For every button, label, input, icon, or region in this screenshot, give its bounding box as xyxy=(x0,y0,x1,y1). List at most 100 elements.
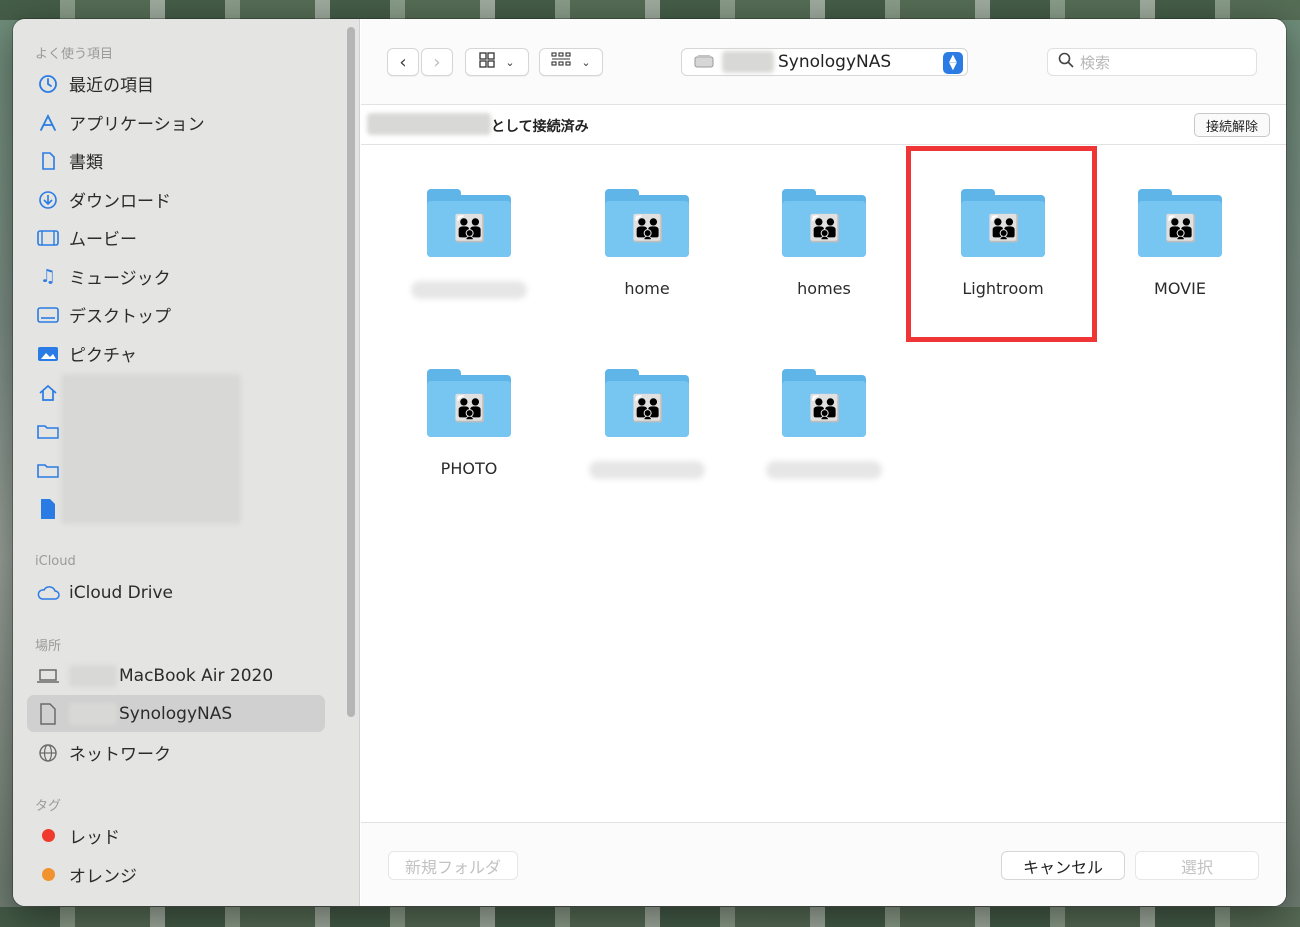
grid-view-icon xyxy=(479,52,496,72)
location-label: SynologyNAS xyxy=(778,52,892,72)
folder-item[interactable]: 👪 home xyxy=(577,189,717,339)
section-title-icloud: iCloud xyxy=(35,554,76,569)
clock-icon xyxy=(36,72,60,96)
music-icon: ♫ xyxy=(39,266,57,287)
redacted-area xyxy=(61,374,241,524)
stepper-icon: ▲ ▼ xyxy=(943,52,963,74)
folder-item[interactable]: 👪 xyxy=(754,369,894,519)
redacted-folder-name xyxy=(766,461,882,479)
sidebar-item-label: ムービー xyxy=(69,230,137,250)
sidebar-item-icloud-drive[interactable]: iCloud Drive xyxy=(27,574,325,611)
shared-folder-icon: 👪 xyxy=(427,369,511,437)
shared-folder-icon: 👪 xyxy=(961,189,1045,257)
folder-item[interactable]: 👪 PHOTO xyxy=(399,369,539,519)
folder-item[interactable]: 👪 homes xyxy=(754,189,894,339)
sidebar-item-movies[interactable]: ムービー xyxy=(27,219,325,256)
sidebar-item-synologynas[interactable]: SynologyNAS xyxy=(27,695,325,732)
shared-folder-icon: 👪 xyxy=(427,189,511,257)
shared-folder-icon: 👪 xyxy=(605,189,689,257)
desktop-background-bottom xyxy=(0,907,1300,927)
sidebar-item-label: MacBook Air 2020 xyxy=(119,665,274,686)
sidebar-item-macbook[interactable]: MacBook Air 2020 xyxy=(27,657,325,694)
redacted-area xyxy=(69,702,117,725)
sidebar-item-desktop[interactable]: デスクトップ xyxy=(27,296,325,333)
shared-folder-icon: 👪 xyxy=(782,189,866,257)
network-icon xyxy=(36,741,60,765)
sidebar-item-pictures[interactable]: ピクチャ xyxy=(27,335,325,372)
folder-item[interactable]: 👪 xyxy=(399,189,539,339)
sidebar-item-downloads[interactable]: ダウンロード xyxy=(27,181,325,218)
redacted-folder-name xyxy=(411,281,527,299)
folder-item[interactable]: 👪 MOVIE xyxy=(1110,189,1250,339)
connection-bar: として接続済み 接続解除 xyxy=(361,105,1286,145)
server-icon xyxy=(36,702,60,726)
section-title-tags: タグ xyxy=(35,799,62,814)
sidebar-item-tag-orange[interactable]: オレンジ xyxy=(27,856,325,893)
location-popup[interactable]: SynologyNAS ▲ ▼ xyxy=(681,48,968,76)
sidebar-item-label: SynologyNAS xyxy=(119,703,233,724)
file-icon xyxy=(36,497,60,521)
footer: 新規フォルダ キャンセル 選択 xyxy=(361,822,1286,906)
laptop-icon xyxy=(36,664,60,688)
sidebar-item-label: ピクチャ xyxy=(69,346,137,366)
sidebar-item-label: アプリケーション xyxy=(69,115,205,135)
shared-folder-icon: 👪 xyxy=(782,369,866,437)
sidebar-item-label: ミュージック xyxy=(69,269,171,289)
group-icon xyxy=(551,52,571,72)
chevron-right-icon: › xyxy=(433,51,441,73)
group-button[interactable]: ⌄ xyxy=(539,48,603,76)
select-button[interactable]: 選択 xyxy=(1135,851,1259,880)
sidebar-item-label: ネットワーク xyxy=(69,745,171,765)
cancel-button[interactable]: キャンセル xyxy=(1001,851,1125,880)
sidebar-item-label: レッド xyxy=(69,828,120,848)
sidebar-item-network[interactable]: ネットワーク xyxy=(27,734,325,771)
sidebar-item-label: 最近の項目 xyxy=(69,76,154,96)
new-folder-button[interactable]: 新規フォルダ xyxy=(388,851,518,880)
forward-button[interactable]: › xyxy=(421,48,453,76)
server-icon xyxy=(694,53,714,72)
sidebar-item-recents[interactable]: 最近の項目 xyxy=(27,65,325,102)
desktop-background-top xyxy=(0,0,1300,20)
connection-status: として接続済み xyxy=(491,119,589,135)
toolbar: ‹ › ⌄ ⌄ SynologyNAS ▲ ▼ 検索 xyxy=(361,19,1286,105)
desktop-icon xyxy=(36,303,60,327)
back-button[interactable]: ‹ xyxy=(387,48,419,76)
folder-name: homes xyxy=(797,279,851,298)
folder-item[interactable]: 👪 Lightroom xyxy=(933,189,1073,339)
film-icon xyxy=(36,226,60,250)
sidebar-item-applications[interactable]: アプリケーション xyxy=(27,104,325,141)
photo-icon xyxy=(36,342,60,366)
sidebar-item-label: iCloud Drive xyxy=(69,582,174,603)
sidebar-item-music[interactable]: ♫ ミュージック xyxy=(27,258,325,295)
tag-dot-icon xyxy=(36,863,60,887)
view-mode-button[interactable]: ⌄ xyxy=(465,48,529,76)
folder-name: Lightroom xyxy=(962,279,1044,298)
redacted-area xyxy=(69,664,117,687)
open-dialog: よく使う項目 最近の項目 アプリケーション 書類 ダウンロード ムービー ♫ ミ… xyxy=(13,19,1286,906)
sidebar-item-label: ダウンロード xyxy=(69,192,171,212)
chevron-left-icon: ‹ xyxy=(399,51,407,73)
sidebar-item-documents[interactable]: 書類 xyxy=(27,142,325,179)
folder-grid: 👪 👪 home 👪 homes 👪 Lightroom 👪 MOVIE 👪 P… xyxy=(361,146,1286,823)
sidebar-item-tag-red[interactable]: レッド xyxy=(27,817,325,854)
chevron-down-icon: ⌄ xyxy=(505,55,515,69)
sidebar-item-label: デスクトップ xyxy=(69,307,171,327)
document-icon xyxy=(36,149,60,173)
disconnect-button[interactable]: 接続解除 xyxy=(1194,113,1270,137)
apps-icon xyxy=(36,111,60,135)
sidebar-item-label: オレンジ xyxy=(69,867,137,887)
folder-item[interactable]: 👪 xyxy=(577,369,717,519)
folder-name: PHOTO xyxy=(440,459,498,478)
chevron-down-icon: ⌄ xyxy=(581,55,591,69)
folder-name: home xyxy=(624,279,670,298)
sidebar-item-label: 書類 xyxy=(69,153,103,173)
sidebar: よく使う項目 最近の項目 アプリケーション 書類 ダウンロード ムービー ♫ ミ… xyxy=(13,19,360,906)
search-field[interactable]: 検索 xyxy=(1047,48,1257,76)
folder-name: MOVIE xyxy=(1154,279,1206,298)
search-placeholder: 検索 xyxy=(1080,53,1111,72)
section-title-places: 場所 xyxy=(35,639,62,654)
sidebar-scrollbar[interactable] xyxy=(347,27,355,717)
download-icon xyxy=(36,188,60,212)
home-icon xyxy=(36,381,60,405)
redacted-folder-name xyxy=(589,461,705,479)
